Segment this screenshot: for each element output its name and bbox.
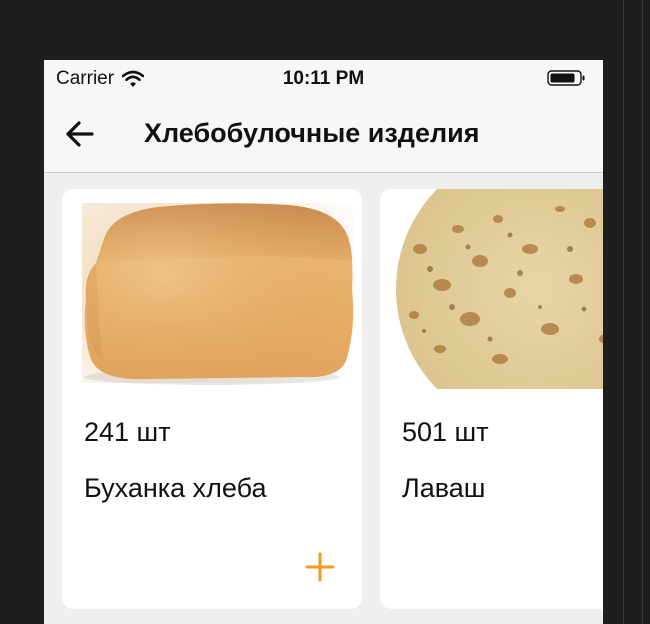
product-quantity: 241 шт: [84, 417, 171, 447]
product-name: Лаваш: [402, 473, 486, 503]
navigation-bar: Хлебобулочные изделия: [44, 96, 603, 173]
status-bar: Carrier 10:11 PM: [44, 60, 603, 96]
window-frame-line: [642, 0, 643, 624]
window-frame-line: [623, 0, 624, 624]
arrow-left-icon[interactable]: [62, 116, 98, 152]
product-card[interactable]: 501 шт Лаваш: [380, 189, 603, 609]
phone-screen: Carrier 10:11 PM Хлебобулочные изделия 2…: [44, 60, 603, 624]
lavash-image: [396, 189, 603, 389]
plus-icon[interactable]: [304, 551, 336, 583]
page-title: Хлебобулочные изделия: [144, 118, 480, 148]
status-time: 10:11 PM: [282, 68, 365, 89]
product-card[interactable]: 241 шт Буханка хлеба: [62, 189, 362, 609]
battery-icon: [547, 70, 585, 86]
product-name: Буханка хлеба: [84, 473, 267, 503]
bread-loaf-image: [82, 203, 354, 385]
product-quantity: 501 шт: [402, 417, 489, 447]
